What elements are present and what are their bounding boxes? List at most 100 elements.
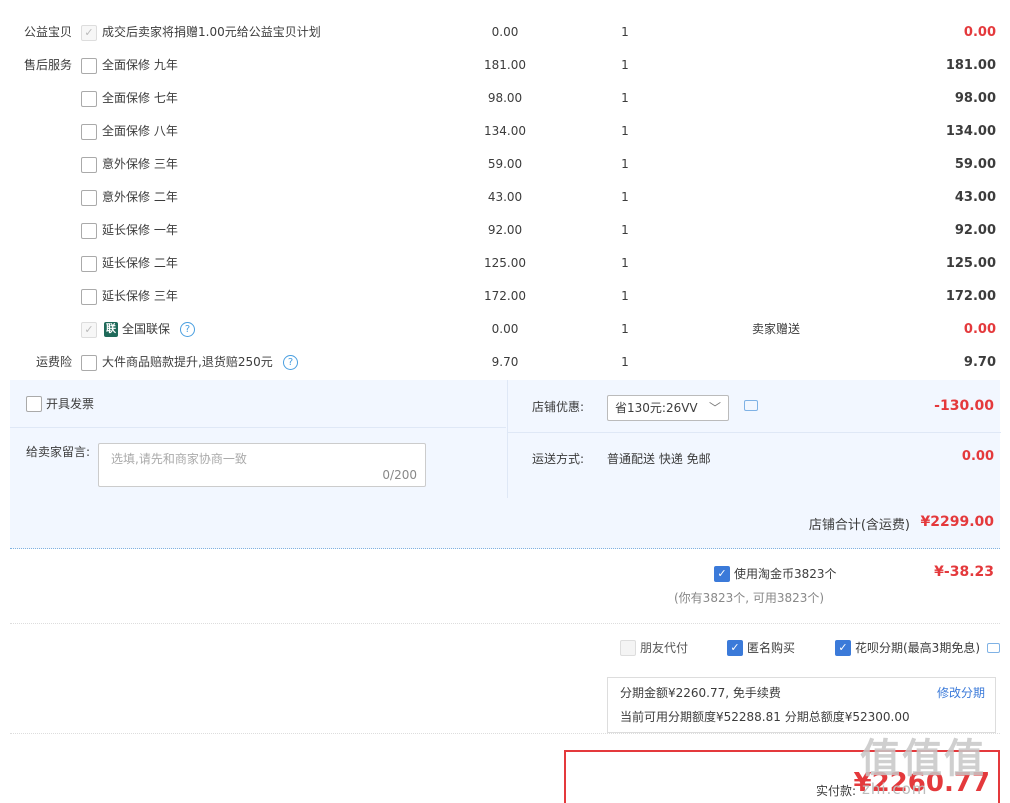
service-name: 成交后卖家将捐赠1.00元给公益宝贝计划 [102,25,321,39]
service-name: 延长保修 二年 [102,256,178,270]
chat-icon[interactable] [744,400,758,411]
order-left-section: 开具发票 给卖家留言: 选填,请先和商家协商一致 0/200 [10,380,506,498]
shipping-label: 运送方式: [532,452,585,466]
service-row: 延长保修 三年 172.00 1 172.00 [10,280,1000,313]
service-row: 延长保修 一年 92.00 1 92.00 [10,214,1000,247]
service-checkbox[interactable] [81,256,97,272]
service-checkbox: ✓ [81,322,97,338]
service-row: 运费险 大件商品赔款提升,退货赔250元? 9.70 1 9.70 [10,346,1000,379]
service-name: 大件商品赔款提升,退货赔250元 [102,355,273,369]
service-checkbox[interactable] [81,190,97,206]
service-quantity: 1 [621,289,629,303]
friend-pay-checkbox[interactable] [620,640,636,656]
shop-discount-select[interactable]: 省130元:26VV ﹀ [607,395,729,421]
huabei-installment-label: 花呗分期(最高3期免息) [855,641,980,655]
message-placeholder: 选填,请先和商家协商一致 [111,452,247,466]
lianbao-logo-icon: 联 [104,322,118,337]
service-category: 售后服务 [23,58,72,72]
invoice-label: 开具发票 [46,397,95,411]
order-right-section: 店铺优惠: 省130元:26VV ﹀ -130.00 运送方式: 普通配送 快递… [507,380,1001,498]
service-subtotal: 92.00 [954,223,996,238]
service-quantity: 1 [621,223,629,237]
service-quantity: 1 [621,190,629,204]
shop-discount-selected: 省130元:26VV [615,401,698,415]
service-row: 意外保修 二年 43.00 1 43.00 [10,181,1000,214]
service-row: 全面保修 八年 134.00 1 134.00 [10,115,1000,148]
service-checkbox[interactable] [81,157,97,173]
service-checkbox[interactable] [81,91,97,107]
service-subtotal: 43.00 [954,190,996,205]
service-row: 售后服务 全面保修 九年 181.00 1 181.00 [10,49,1000,82]
divider [508,432,1001,433]
service-category: 公益宝贝 [23,25,72,39]
service-price: 125.00 [484,256,526,270]
seller-message-input[interactable]: 选填,请先和商家协商一致 0/200 [98,443,426,487]
use-coins-label: 使用淘金币3823个 [734,567,837,581]
installment-amount: 分期金额¥2260.77, 免手续费 [620,686,781,700]
edit-installment-link[interactable]: 修改分期 [937,684,985,702]
service-row: 延长保修 二年 125.00 1 125.00 [10,247,1000,280]
service-quantity: 1 [621,58,629,72]
service-options-table: 公益宝贝 ✓ 成交后卖家将捐赠1.00元给公益宝贝计划 0.00 1 0.00 售后服务全面… [10,16,1000,379]
service-name: 全面保修 八年 [102,124,178,138]
help-icon[interactable]: ? [180,322,195,337]
service-checkbox[interactable] [81,289,97,305]
service-price: 0.00 [491,322,519,336]
service-price: 59.00 [487,157,523,171]
service-checkbox[interactable] [81,58,97,74]
service-category: 运费险 [35,355,72,369]
watermark-site: zhi.com [862,780,928,798]
service-price: 181.00 [484,58,526,72]
service-note: 卖家赠送 [752,322,801,336]
service-checkbox[interactable] [81,223,97,239]
service-row: ✓ 联全国联保? 0.00 1 卖家赠送 0.00 [10,313,1000,346]
huabei-details: 分期金额¥2260.77, 免手续费 修改分期 当前可用分期额度¥52288.8… [607,677,996,733]
actual-payment-label: 实付款: [816,784,857,798]
service-name: 全国联保 [122,322,171,336]
help-icon[interactable]: ? [283,355,298,370]
message-label: 给卖家留言: [26,445,91,459]
service-subtotal: 98.00 [954,91,996,106]
order-options-panel: 开具发票 给卖家留言: 选填,请先和商家协商一致 0/200 店铺优惠: 省13… [10,380,1001,498]
service-subtotal: 125.00 [945,256,996,271]
service-name: 意外保修 二年 [102,190,178,204]
service-subtotal: 134.00 [945,124,996,139]
shipping-amount: 0.00 [961,449,994,464]
service-price: 134.00 [484,124,526,138]
service-subtotal: 0.00 [963,25,996,40]
service-subtotal: 59.00 [954,157,996,172]
coins-available: (你有3823个, 可用3823个) [674,591,825,605]
message-char-count: 0/200 [382,468,417,482]
chat-icon[interactable] [987,643,1000,653]
service-subtotal: 0.00 [963,322,996,337]
service-checkbox[interactable] [81,124,97,140]
service-quantity: 1 [621,157,629,171]
shop-discount-label: 店铺优惠: [532,400,585,414]
service-quantity: 1 [621,322,629,336]
coins-discount-amount: ¥-38.23 [934,564,994,580]
service-subtotal: 172.00 [945,289,996,304]
service-price: 172.00 [484,289,526,303]
use-coins-checkbox[interactable]: ✓ [714,566,730,582]
installment-credit: 当前可用分期额度¥52288.81 分期总额度¥52300.00 [620,710,910,724]
shipping-method: 普通配送 快递 免邮 [607,452,711,466]
shop-total-value: ¥2299.00 [920,514,994,530]
anonymous-purchase-checkbox[interactable]: ✓ [727,640,743,656]
service-price: 92.00 [487,223,523,237]
service-checkbox[interactable] [81,355,97,371]
service-subtotal: 9.70 [963,355,996,370]
huabei-installment-checkbox[interactable]: ✓ [835,640,851,656]
chevron-down-icon: ﹀ [708,401,721,415]
service-name: 意外保修 三年 [102,157,178,171]
service-checkbox: ✓ [81,25,97,41]
friend-pay-label: 朋友代付 [640,641,689,655]
service-name: 延长保修 三年 [102,289,178,303]
service-price: 98.00 [487,91,523,105]
service-row: 全面保修 七年 98.00 1 98.00 [10,82,1000,115]
service-price: 9.70 [491,355,519,369]
shop-total-label: 店铺合计(含运费) [808,518,910,533]
divider [10,427,506,428]
service-quantity: 1 [621,91,629,105]
invoice-checkbox[interactable] [26,396,42,412]
service-price: 0.00 [491,25,519,39]
